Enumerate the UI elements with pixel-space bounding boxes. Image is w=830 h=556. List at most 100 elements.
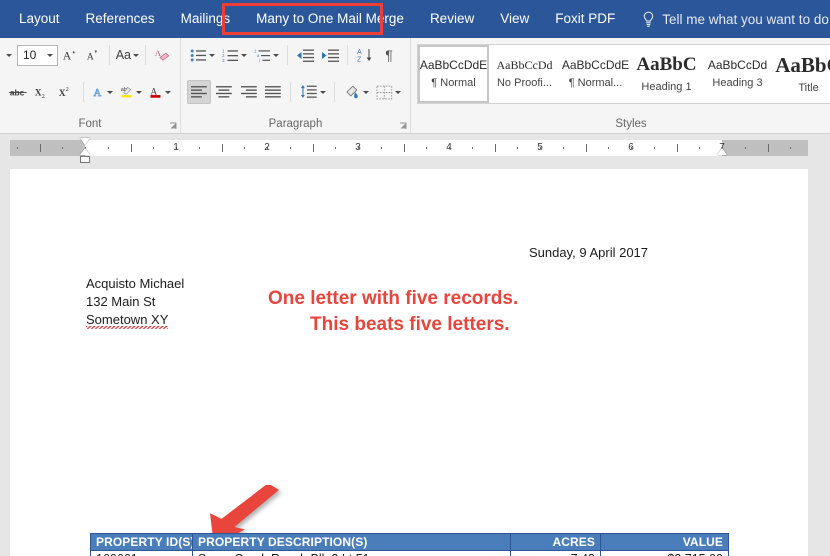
paragraph-dialog-launcher[interactable] — [399, 122, 408, 131]
horizontal-ruler[interactable]: 1234567 — [10, 140, 808, 156]
decrease-indent-button[interactable] — [293, 43, 317, 67]
table-row[interactable]: 160661Some Creek Ranch Blk 2 Lt 517.43$3… — [91, 551, 729, 556]
desc-suffix: Blk 2 Lt 51 — [307, 552, 370, 556]
align-left-button[interactable] — [187, 80, 211, 104]
shading-button[interactable] — [340, 80, 373, 104]
text-effects-button[interactable]: A — [89, 80, 117, 104]
document-canvas: Sunday, 9 April 2017 Acquisto Michael 13… — [0, 164, 830, 556]
left-indent-marker[interactable] — [80, 156, 90, 163]
ruler-number: 4 — [446, 141, 452, 155]
ribbon-tab-many-to-one-mail-merge[interactable]: Many to One Mail Merge — [243, 0, 417, 38]
ribbon-tab-foxit-pdf[interactable]: Foxit PDF — [542, 0, 628, 38]
style-item-no-proofing[interactable]: AaBbCcDdNo Proofi... — [489, 45, 560, 103]
ruler-tick — [608, 147, 609, 149]
ribbon-tab-view[interactable]: View — [487, 0, 542, 38]
ribbon-tab-references[interactable]: References — [73, 0, 168, 38]
shrink-font-button[interactable]: A — [82, 43, 104, 67]
ribbon-tab-review[interactable]: Review — [417, 0, 487, 38]
subscript-button[interactable]: X 2 — [31, 80, 54, 104]
ribbon-group-styles: AaBbCcDdE¶ NormalAaBbCcDdNo Proofi...AaB… — [410, 38, 830, 133]
style-label: ¶ Normal — [431, 77, 475, 89]
align-right-button[interactable] — [237, 80, 261, 104]
ruler-tick — [199, 147, 200, 149]
style-label: Heading 3 — [712, 77, 762, 89]
chevron-down-icon — [395, 91, 401, 94]
tell-me-search[interactable]: Tell me what you want to do — [642, 11, 829, 28]
ruler-tick — [495, 144, 496, 152]
document-page[interactable]: Sunday, 9 April 2017 Acquisto Michael 13… — [10, 169, 808, 556]
style-preview: AaBbC — [636, 55, 696, 76]
annotation-line-2: This beats five letters. — [310, 312, 518, 338]
strikethrough-button[interactable]: abc — [6, 80, 30, 104]
style-item-heading-3[interactable]: AaBbCcDd Heading 3 — [702, 45, 773, 103]
ribbon-group-paragraph: 1 2 3 1 a i — [180, 38, 410, 133]
justify-button[interactable] — [261, 80, 285, 104]
ruler-tick — [313, 144, 314, 152]
numbering-button[interactable]: 1 2 3 — [219, 43, 250, 67]
line-spacing-button[interactable] — [296, 80, 329, 104]
first-line-indent-marker[interactable] — [80, 138, 90, 145]
ribbon-tab-bar: LayoutReferencesMailingsMany to One Mail… — [0, 0, 830, 38]
ruler-area: 1234567 — [0, 134, 830, 164]
show-formatting-marks-button[interactable]: ¶ — [378, 43, 400, 67]
font-size-input[interactable]: 10 — [17, 45, 58, 66]
align-center-button[interactable] — [212, 80, 236, 104]
ruler-tick — [677, 144, 678, 152]
svg-text:A: A — [86, 51, 93, 62]
recipient-address-block: Acquisto Michael 132 Main St Sometown XY — [86, 275, 184, 329]
ruler-tick — [131, 144, 132, 152]
svg-text:A: A — [151, 86, 158, 96]
font-name-caret-icon[interactable] — [6, 54, 12, 57]
clear-formatting-button[interactable]: A — [151, 43, 174, 67]
style-item-title[interactable]: AaBbCTitle — [773, 45, 830, 103]
tell-me-label: Tell me what you want to do — [662, 12, 829, 27]
font-color-button[interactable]: A — [146, 80, 174, 104]
chevron-down-icon — [165, 91, 171, 94]
ribbon-tab-layout[interactable]: Layout — [6, 0, 73, 38]
ribbon-tab-mailings[interactable]: Mailings — [168, 0, 244, 38]
header-value: VALUE — [601, 534, 729, 551]
ruler-tick — [62, 147, 63, 149]
increase-indent-button[interactable] — [318, 43, 342, 67]
chevron-down-icon — [133, 54, 139, 57]
grow-font-button[interactable]: A — [59, 43, 81, 67]
style-preview: AaBbCcDdE — [562, 59, 629, 72]
change-case-button[interactable]: Aa — [114, 43, 140, 67]
superscript-button[interactable]: X 2 — [55, 80, 78, 104]
svg-text:Z: Z — [357, 57, 362, 64]
svg-text:2: 2 — [42, 93, 45, 100]
chevron-down-icon — [136, 91, 142, 94]
hanging-indent-marker[interactable] — [80, 148, 90, 155]
divider — [145, 45, 146, 65]
font-row-2: abc X 2 X 2 A — [6, 79, 174, 105]
font-dialog-launcher[interactable] — [169, 122, 178, 131]
chevron-down-icon — [47, 54, 53, 57]
borders-button[interactable] — [373, 80, 404, 104]
property-table[interactable]: PROPERTY ID(S) PROPERTY DESCRIPTION(S) A… — [90, 533, 729, 556]
font-group-label: Font — [6, 116, 174, 133]
sort-button[interactable]: A Z — [353, 43, 377, 67]
ruler-tick — [768, 144, 769, 152]
style-item-normal-indent[interactable]: AaBbCcDdE¶ Normal... — [560, 45, 631, 103]
ruler-number: 5 — [537, 141, 543, 155]
bullets-button[interactable] — [187, 43, 218, 67]
ribbon-group-font: 10 A A Aa — [0, 38, 180, 133]
ruler-tick — [790, 147, 791, 149]
style-item-normal[interactable]: AaBbCcDdE¶ Normal — [418, 45, 489, 103]
styles-gallery[interactable]: AaBbCcDdE¶ NormalAaBbCcDdNo Proofi...AaB… — [417, 44, 830, 104]
styles-group-label: Styles — [417, 116, 830, 133]
font-row-1: 10 A A Aa — [6, 42, 174, 68]
style-item-heading-1[interactable]: AaBbCHeading 1 — [631, 45, 702, 103]
paragraph-row-2 — [187, 79, 404, 105]
divider — [287, 45, 288, 65]
multilevel-list-button[interactable]: 1 a i — [251, 43, 282, 67]
ruler-tick — [290, 147, 291, 149]
chevron-down-icon — [209, 54, 215, 57]
ruler-tick — [153, 147, 154, 149]
right-indent-marker[interactable] — [717, 148, 727, 155]
ruler-tick — [244, 147, 245, 149]
paragraph-row-1: 1 2 3 1 a i — [187, 42, 404, 68]
text-highlight-color-button[interactable]: ab — [117, 80, 145, 104]
cell-property-id: 160661 — [91, 551, 193, 556]
style-preview: AaBbCcDd — [708, 59, 767, 72]
